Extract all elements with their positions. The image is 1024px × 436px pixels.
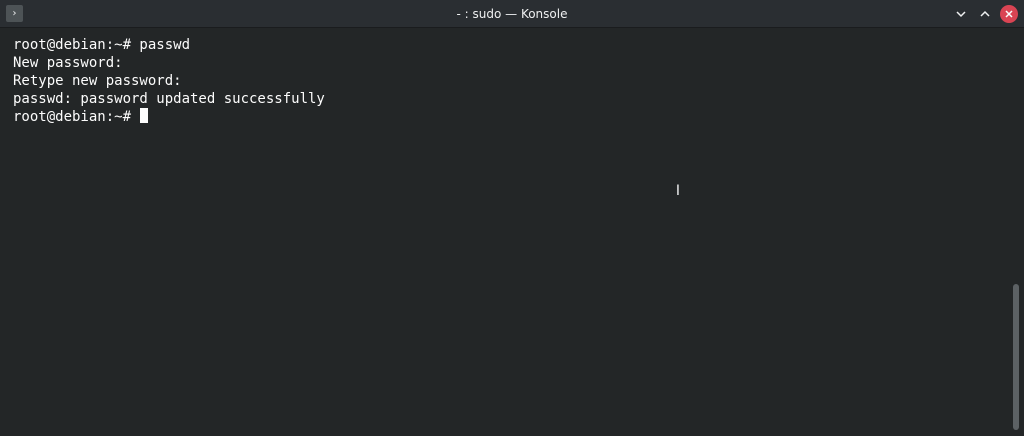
text-cursor [140,108,149,123]
minimize-icon[interactable] [952,5,970,23]
title-bar[interactable]: › - : sudo — Konsole [0,0,1024,28]
vertical-scrollbar[interactable] [1008,28,1024,436]
terminal-line: Retype new password: [13,73,182,89]
konsole-window: › - : sudo — Konsole root@debian:~# pass… [0,0,1024,436]
terminal-output[interactable]: root@debian:~# passwd New password: Rety… [0,28,1008,436]
scrollbar-thumb[interactable] [1013,284,1019,430]
terminal-line: root@debian:~# passwd [13,37,191,53]
window-controls [952,4,1018,24]
close-icon[interactable] [1000,5,1018,23]
maximize-icon[interactable] [976,5,994,23]
prompt-text: root@debian:~# [13,109,140,125]
window-title: - : sudo — Konsole [456,7,568,21]
ibeam-cursor-icon: I [675,183,681,199]
prompt-line: root@debian:~# [13,108,1008,126]
terminal-line: New password: [13,55,123,71]
terminal-line: passwd: password updated successfully [13,91,325,107]
